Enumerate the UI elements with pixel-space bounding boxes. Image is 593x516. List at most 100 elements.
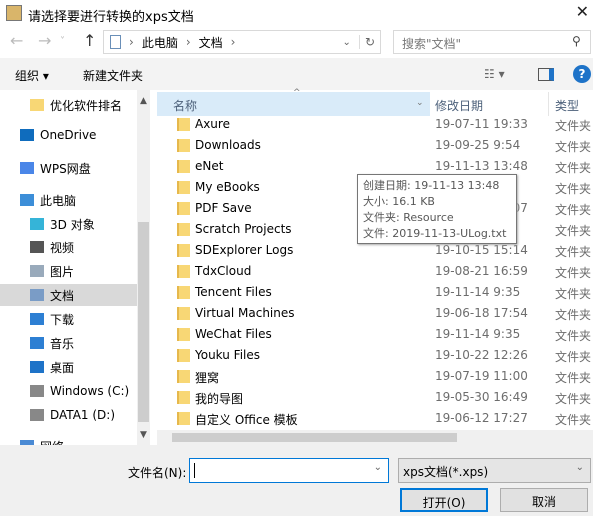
new-folder-button[interactable]: 新建文件夹 xyxy=(83,67,143,84)
sidebar-item[interactable]: 下载 xyxy=(0,308,137,330)
file-type: 文件夹 xyxy=(555,371,592,385)
sidebar-item[interactable]: 文档 xyxy=(0,284,137,306)
horizontal-scrollbar-thumb[interactable] xyxy=(172,433,457,442)
sidebar-item[interactable]: DATA1 (D:) xyxy=(0,404,137,426)
file-type-select[interactable]: xps文档(*.xps) ⌄ xyxy=(398,458,591,483)
file-row[interactable]: 我的导图 19-05-30 16:49 文件夹 xyxy=(157,387,593,408)
sidebar-item-label: 优化软件排名 xyxy=(50,98,123,113)
file-type: 文件夹 xyxy=(555,182,592,196)
breadcrumb-documents[interactable]: 文档 xyxy=(199,34,223,51)
sort-ascending-icon: ^ xyxy=(293,88,301,98)
file-name: 我的导图 xyxy=(195,392,244,406)
tooltip-size: 大小: 16.1 KB xyxy=(363,195,435,208)
file-date: 19-11-14 9:35 xyxy=(435,327,521,341)
folder-icon xyxy=(177,265,190,278)
cube-icon xyxy=(30,218,44,230)
view-options-icon[interactable]: ☷ ▾ xyxy=(484,67,505,81)
file-type: 文件夹 xyxy=(555,224,592,238)
column-header-type[interactable]: 类型 xyxy=(539,92,593,116)
sidebar-item[interactable]: 网络 xyxy=(0,435,137,445)
file-row[interactable]: 自定义 Office 模板 19-06-12 17:27 文件夹 xyxy=(157,408,593,429)
help-icon[interactable]: ? xyxy=(573,65,591,83)
folder-icon xyxy=(30,99,44,111)
organize-button[interactable]: 组织 ▾ xyxy=(15,67,49,84)
file-row[interactable]: TdxCloud 19-08-21 16:59 文件夹 xyxy=(157,261,593,282)
close-icon[interactable]: ✕ xyxy=(576,2,589,21)
file-type: 文件夹 xyxy=(555,266,592,280)
sidebar-item-label: 3D 对象 xyxy=(50,217,95,232)
cloud-icon xyxy=(20,129,34,141)
file-row[interactable]: 狸窝 19-07-19 11:00 文件夹 xyxy=(157,366,593,387)
file-name: PDF Save xyxy=(195,201,252,215)
folder-icon xyxy=(177,349,190,362)
file-tooltip: 创建日期: 19-11-13 13:48 大小: 16.1 KB 文件夹: Re… xyxy=(357,174,517,244)
music-icon xyxy=(30,337,44,349)
sidebar-item[interactable]: 音乐 xyxy=(0,332,137,354)
cancel-button[interactable]: 取消 xyxy=(500,488,588,512)
sidebar-item[interactable]: Windows (C:) xyxy=(0,380,137,402)
filename-input[interactable]: ⌄ xyxy=(189,458,389,483)
file-name: My eBooks xyxy=(195,180,260,194)
sidebar-item-label: 网络 xyxy=(40,438,64,446)
recent-locations-button[interactable]: ˅ xyxy=(60,36,65,47)
folder-icon xyxy=(177,370,190,383)
file-type: 文件夹 xyxy=(555,350,592,364)
file-name: Scratch Projects xyxy=(195,222,292,236)
preview-pane-icon[interactable] xyxy=(538,68,554,81)
file-type: 文件夹 xyxy=(555,245,592,259)
file-name: Downloads xyxy=(195,138,261,152)
sidebar-item[interactable]: 3D 对象 xyxy=(0,213,137,235)
sidebar-item[interactable]: WPS网盘 xyxy=(0,157,137,179)
open-button[interactable]: 打开(O) xyxy=(400,488,488,512)
folder-icon xyxy=(177,307,190,320)
sidebar-item-label: 此电脑 xyxy=(40,193,77,208)
scroll-down-icon[interactable]: ▼ xyxy=(140,430,147,440)
address-dropdown-icon[interactable]: ⌄ xyxy=(343,37,351,48)
sidebar-item[interactable]: OneDrive xyxy=(0,124,137,146)
back-button[interactable]: ← xyxy=(10,31,23,50)
sidebar-item[interactable]: 视频 xyxy=(0,236,137,258)
sidebar-item-label: 桌面 xyxy=(50,360,75,375)
refresh-button[interactable]: ↻ xyxy=(358,35,380,49)
drive-icon xyxy=(30,409,44,421)
sidebar-item[interactable]: 图片 xyxy=(0,260,137,282)
file-type: 文件夹 xyxy=(555,140,592,154)
sidebar-item-label: DATA1 (D:) xyxy=(50,408,116,422)
address-bar[interactable]: › 此电脑 › 文档 › ⌄ ↻ xyxy=(103,30,381,54)
window-title: 请选择要进行转换的xps文档 xyxy=(28,10,194,25)
sidebar-item[interactable]: 此电脑 xyxy=(0,189,137,211)
file-type: 文件夹 xyxy=(555,203,592,217)
nav-scrollbar-thumb[interactable] xyxy=(138,222,149,422)
chevron-down-icon[interactable]: ⌄ xyxy=(374,462,382,473)
file-row[interactable]: Youku Files 19-10-22 12:26 文件夹 xyxy=(157,345,593,366)
file-row[interactable]: Virtual Machines 19-06-18 17:54 文件夹 xyxy=(157,303,593,324)
picture-icon xyxy=(30,265,44,277)
column-header-date[interactable]: 修改日期 xyxy=(419,92,549,116)
file-row[interactable]: Tencent Files 19-11-14 9:35 文件夹 xyxy=(157,282,593,303)
file-row[interactable]: WeChat Files 19-11-14 9:35 文件夹 xyxy=(157,324,593,345)
sidebar-item[interactable]: 优化软件排名 xyxy=(0,94,137,116)
file-row[interactable]: Downloads 19-09-25 9:54 文件夹 xyxy=(157,135,593,156)
file-date: 19-09-25 9:54 xyxy=(435,138,521,152)
scroll-up-icon[interactable]: ▲ xyxy=(140,96,147,106)
sidebar-item-label: 图片 xyxy=(50,264,75,279)
file-name: Youku Files xyxy=(195,348,261,362)
file-name: SDExplorer Logs xyxy=(195,243,294,257)
search-icon[interactable]: ⚲ xyxy=(572,34,581,48)
file-date: 19-05-30 16:49 xyxy=(435,390,528,404)
folder-icon xyxy=(177,286,190,299)
forward-button[interactable]: → xyxy=(38,31,51,50)
folder-icon xyxy=(177,118,190,131)
file-type: 文件夹 xyxy=(555,308,592,322)
chevron-down-icon: ⌄ xyxy=(575,462,584,473)
file-name: Virtual Machines xyxy=(195,306,295,320)
file-date: 19-06-18 17:54 xyxy=(435,306,528,320)
desktop-icon xyxy=(30,361,44,373)
search-input[interactable]: 搜索"文档" xyxy=(393,30,591,54)
folder-icon xyxy=(177,139,190,152)
file-row[interactable]: Axure 19-07-11 19:33 文件夹 xyxy=(157,114,593,135)
sidebar-item[interactable]: 桌面 xyxy=(0,356,137,378)
file-date: 19-10-15 15:14 xyxy=(435,243,528,257)
up-button[interactable]: ↑ xyxy=(83,31,96,50)
breadcrumb-this-pc[interactable]: 此电脑 xyxy=(142,34,178,51)
